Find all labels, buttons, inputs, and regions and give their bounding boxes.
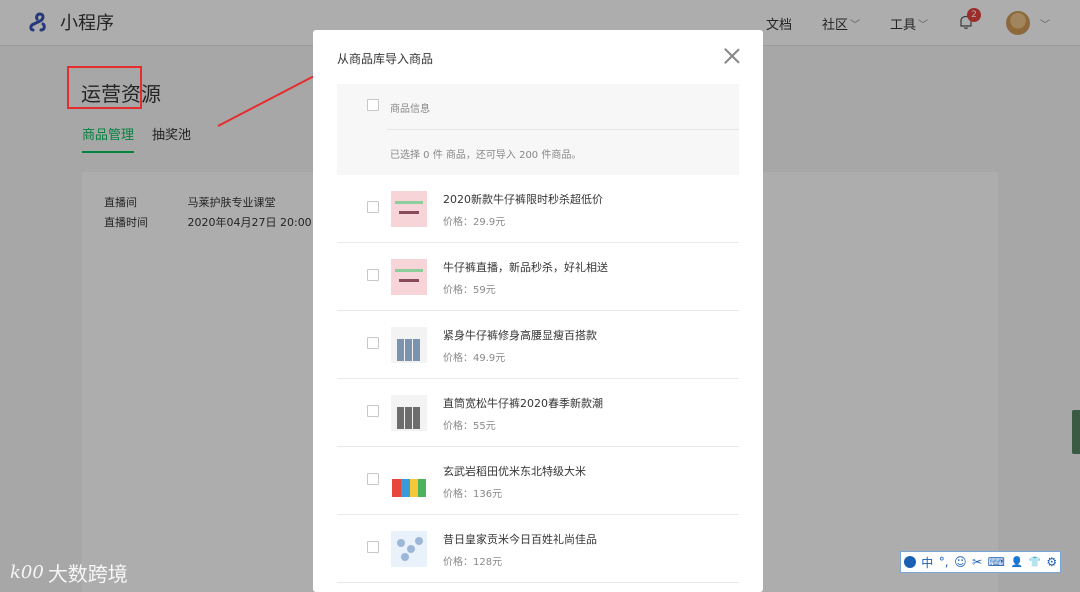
ime-settings-icon[interactable]: ⚙ (1046, 555, 1057, 569)
import-products-dialog: 从商品库导入商品 商品信息 已选择 0 件 商品，还可导入 200 件商品。 2… (313, 30, 763, 592)
product-name: 玄武岩稻田优米东北特级大米 (443, 465, 586, 478)
product-info-header: 商品信息 (390, 104, 430, 115)
product-row[interactable]: 紧身牛仔裤修身高腰显瘦百搭款 价格：49.9元 (337, 311, 739, 379)
ime-punctuation-toggle[interactable]: °, (939, 555, 949, 569)
product-name: 2020新款牛仔裤限时秒杀超低价 (443, 193, 603, 206)
product-price: 价格：128元 (443, 557, 503, 568)
watermark-logo: k00 (10, 562, 44, 583)
product-checkbox[interactable] (367, 541, 379, 553)
product-row[interactable]: 昔日皇家贡米今日百姓礼尚佳品 价格：128元 (337, 515, 739, 583)
product-row[interactable]: 直筒宽松牛仔裤2020春季新款潮 价格：55元 (337, 379, 739, 447)
watermark: k00 大数跨境 (10, 558, 128, 587)
product-checkbox[interactable] (367, 201, 379, 213)
product-name: 紧身牛仔裤修身高腰显瘦百搭款 (443, 329, 597, 342)
product-thumbnail (391, 327, 427, 363)
ime-user-icon[interactable]: 👤 (1011, 557, 1023, 568)
product-thumbnail (391, 531, 427, 567)
selection-count-note: 已选择 0 件 商品，还可导入 200 件商品。 (390, 150, 582, 161)
product-row[interactable]: 2020新款牛仔裤限时秒杀超低价 价格：29.9元 (337, 175, 739, 243)
side-drawer-handle[interactable] (1072, 410, 1080, 454)
product-name: 昔日皇家贡米今日百姓礼尚佳品 (443, 533, 597, 546)
product-thumbnail (391, 191, 427, 227)
ime-mode-toggle[interactable]: 中 (921, 554, 933, 571)
product-price: 价格：29.9元 (443, 217, 506, 228)
close-icon[interactable] (723, 47, 741, 65)
product-price: 价格：55元 (443, 421, 496, 432)
product-checkbox[interactable] (367, 269, 379, 281)
ime-emoji-icon[interactable]: ☺ (954, 555, 967, 569)
ime-keyboard-icon[interactable]: ⌨ (988, 555, 1005, 569)
ime-skin-icon[interactable]: 👕 (1028, 557, 1040, 568)
select-all-checkbox[interactable] (367, 99, 379, 111)
product-thumbnail (391, 259, 427, 295)
watermark-text: 大数跨境 (47, 562, 128, 586)
product-price: 价格：136元 (443, 489, 503, 500)
product-name: 直筒宽松牛仔裤2020春季新款潮 (443, 397, 603, 410)
product-row[interactable]: 牛仔裤直播，新品秒杀，好礼相送 价格：59元 (337, 243, 739, 311)
product-price: 价格：49.9元 (443, 353, 506, 364)
ime-scissors-icon[interactable]: ✂ (972, 555, 982, 569)
product-checkbox[interactable] (367, 405, 379, 417)
product-list-header: 商品信息 已选择 0 件 商品，还可导入 200 件商品。 (337, 84, 739, 175)
dialog-title: 从商品库导入商品 (337, 52, 434, 66)
product-thumbnail (391, 395, 427, 431)
divider (387, 129, 739, 130)
ime-logo-icon[interactable] (903, 556, 916, 568)
product-checkbox[interactable] (367, 473, 379, 485)
product-list: 2020新款牛仔裤限时秒杀超低价 价格：29.9元 牛仔裤直播，新品秒杀，好礼相… (337, 175, 739, 583)
product-checkbox[interactable] (367, 337, 379, 349)
product-name: 牛仔裤直播，新品秒杀，好礼相送 (443, 261, 608, 274)
product-thumbnail (391, 463, 427, 499)
product-price: 价格：59元 (443, 285, 496, 296)
product-row[interactable]: 玄武岩稻田优米东北特级大米 价格：136元 (337, 447, 739, 515)
ime-toolbar: 中 °, ☺ ✂ ⌨ 👤 👕 ⚙ (900, 551, 1061, 573)
